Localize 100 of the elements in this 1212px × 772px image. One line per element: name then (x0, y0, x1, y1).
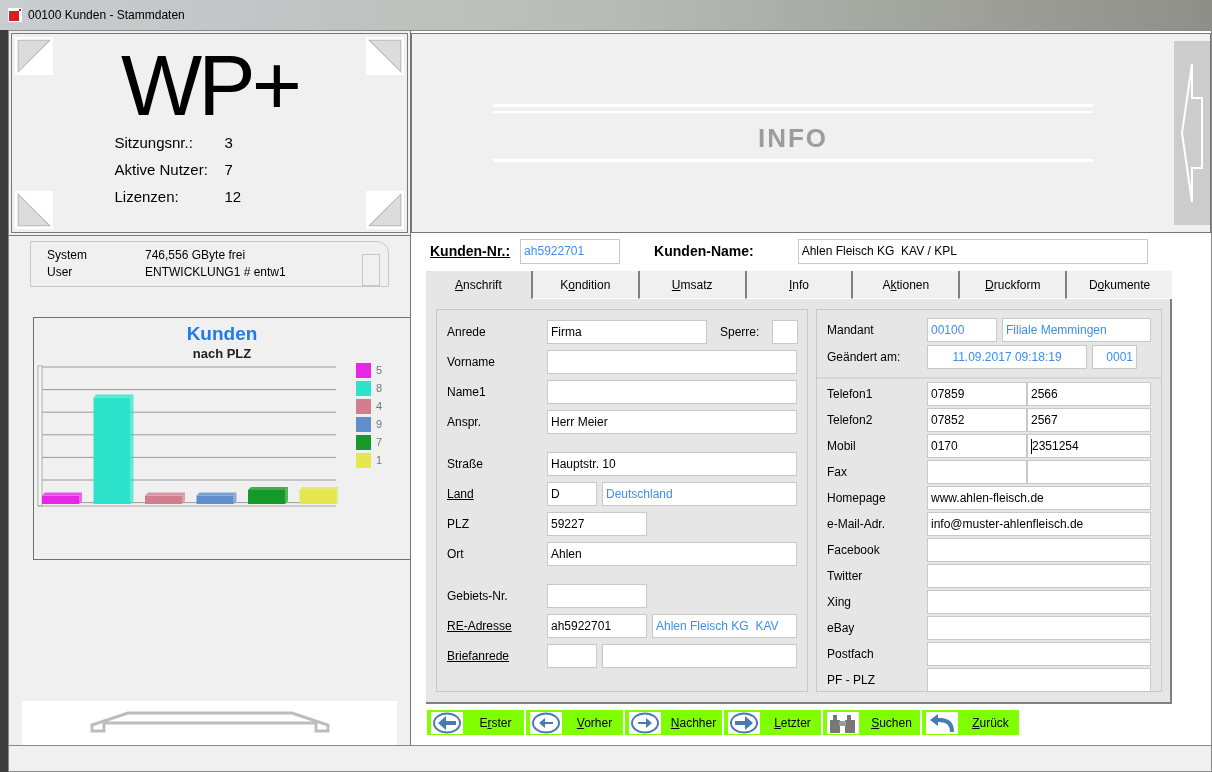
stat-label: Sitzungsnr.: (114, 133, 194, 153)
input-field[interactable] (547, 644, 597, 668)
legend-label: 4 (376, 399, 383, 414)
tab[interactable]: Druckform (958, 271, 1066, 299)
field-label: Fax (827, 464, 848, 481)
field-label: Sperre: (719, 324, 761, 341)
field-link[interactable]: Briefanrede (447, 647, 547, 665)
field-label: Name1 (447, 384, 487, 401)
app-icon (8, 8, 22, 22)
stat-value: 7 (224, 160, 234, 180)
customer-name-field[interactable]: Ahlen Fleisch KG KAV / KPL (797, 238, 1148, 264)
input-field[interactable]: 00100 (927, 318, 997, 342)
field-label: Mandant (827, 322, 875, 339)
corner-triangle-icon (15, 191, 53, 229)
input-field[interactable] (1027, 460, 1151, 484)
chart-title: Kunden (186, 323, 258, 345)
input-field[interactable] (547, 584, 647, 608)
left-arrow-icon (431, 711, 463, 734)
corner-triangle-icon (366, 37, 404, 75)
side-tab-handle[interactable] (1174, 41, 1210, 225)
field-label: Postfach (827, 646, 875, 663)
chart-bar (42, 492, 82, 504)
tab[interactable]: Dokumente (1065, 271, 1172, 299)
stat-label: Lizenzen: (114, 187, 180, 207)
input-field[interactable] (547, 380, 797, 404)
left-arrow-icon (530, 711, 562, 734)
field-label: PF - PLZ (827, 672, 876, 689)
input-field[interactable]: 59227 (547, 512, 647, 536)
field-label: e-Mail-Adr. (827, 516, 886, 533)
input-field[interactable]: D (547, 482, 597, 506)
input-field[interactable]: 0170 (927, 434, 1027, 458)
input-field[interactable]: 07852 (927, 408, 1027, 432)
field-label: Vorname (447, 354, 497, 371)
input-field[interactable] (927, 642, 1151, 666)
right-arrow-icon (629, 711, 661, 734)
info-label: User (47, 264, 74, 281)
nav-button[interactable]: Suchen (823, 710, 920, 735)
tab[interactable]: Info (744, 271, 852, 299)
logo-text: WP+ (121, 37, 298, 133)
stat-value: 3 (224, 133, 234, 153)
binoculars-icon (827, 711, 859, 734)
legend-label: 1 (376, 453, 383, 468)
input-field[interactable]: 07859 (927, 382, 1027, 406)
input-field[interactable] (547, 350, 797, 374)
checkbox[interactable] (772, 320, 799, 344)
field-label: Ort (447, 546, 465, 563)
nav-button[interactable]: Nachher (625, 710, 722, 735)
nav-button[interactable]: Erster (427, 710, 524, 735)
tab[interactable]: Aktionen (851, 271, 959, 299)
field-link[interactable]: RE-Adresse (447, 617, 547, 635)
stat-value: 12 (224, 187, 243, 207)
tab[interactable]: Kondition (530, 271, 638, 299)
chart-bar (299, 487, 338, 504)
chart-bar (145, 492, 185, 504)
input-field[interactable]: Herr Meier (547, 410, 797, 434)
field-label: Straße (447, 456, 484, 473)
field-label: Geändert am: (827, 349, 902, 366)
customer-name-label: Kunden-Name: (654, 241, 754, 261)
chart-subtitle: nach PLZ (192, 345, 252, 363)
input-field[interactable]: Firma (547, 320, 707, 344)
corner-triangle-icon (366, 191, 404, 229)
info-value: ENTWICKLUNG1 # entw1 (145, 264, 287, 281)
legend-label: 9 (376, 417, 383, 432)
info-value: 746,556 GByte frei (145, 247, 247, 264)
input-field[interactable] (927, 564, 1151, 588)
input-field[interactable]: www.ahlen-fleisch.de (927, 486, 1151, 510)
field-label: eBay (827, 620, 856, 637)
input-field[interactable]: info@muster-ahlenfleisch.de (927, 512, 1151, 536)
banner-title: INFO (757, 122, 829, 155)
input-field[interactable]: 2566 (1027, 382, 1151, 406)
input-field[interactable] (927, 616, 1151, 640)
field-label: Mobil (827, 438, 857, 455)
nav-button[interactable]: Vorher (526, 710, 623, 735)
info-label: System (47, 247, 88, 264)
chart-bar (196, 492, 237, 504)
field-label: Xing (827, 594, 853, 611)
input-field[interactable]: ah5922701 (547, 614, 647, 638)
nav-button[interactable]: Letzter (724, 710, 821, 735)
corner-triangle-icon (15, 37, 53, 75)
field-label: PLZ (447, 516, 470, 533)
input-field[interactable] (927, 590, 1151, 614)
legend-label: 5 (376, 363, 383, 378)
left-arrow-icon (1180, 62, 1204, 204)
customer-number-label[interactable]: Kunden-Nr.: (430, 240, 511, 262)
stat-label: Aktive Nutzer: (114, 160, 209, 180)
input-field[interactable] (927, 460, 1027, 484)
field-link[interactable]: Land (447, 485, 547, 503)
nav-button[interactable]: Zurück (922, 710, 1019, 735)
input-field[interactable]: 2351254 (1027, 434, 1151, 458)
input-field[interactable]: 2567 (1027, 408, 1151, 432)
field-label: Homepage (827, 490, 887, 507)
input-field[interactable] (927, 668, 1151, 692)
field-label: Telefon1 (827, 386, 874, 403)
input-field[interactable] (927, 538, 1151, 562)
input-field[interactable]: Hauptstr. 10 (547, 452, 797, 476)
field-label: Telefon2 (827, 412, 874, 429)
tab[interactable]: Umsatz (637, 271, 745, 299)
input-field[interactable]: Ahlen (547, 542, 797, 566)
window-title: 00100 Kunden - Stammdaten (28, 7, 185, 24)
input-field[interactable] (602, 644, 797, 668)
